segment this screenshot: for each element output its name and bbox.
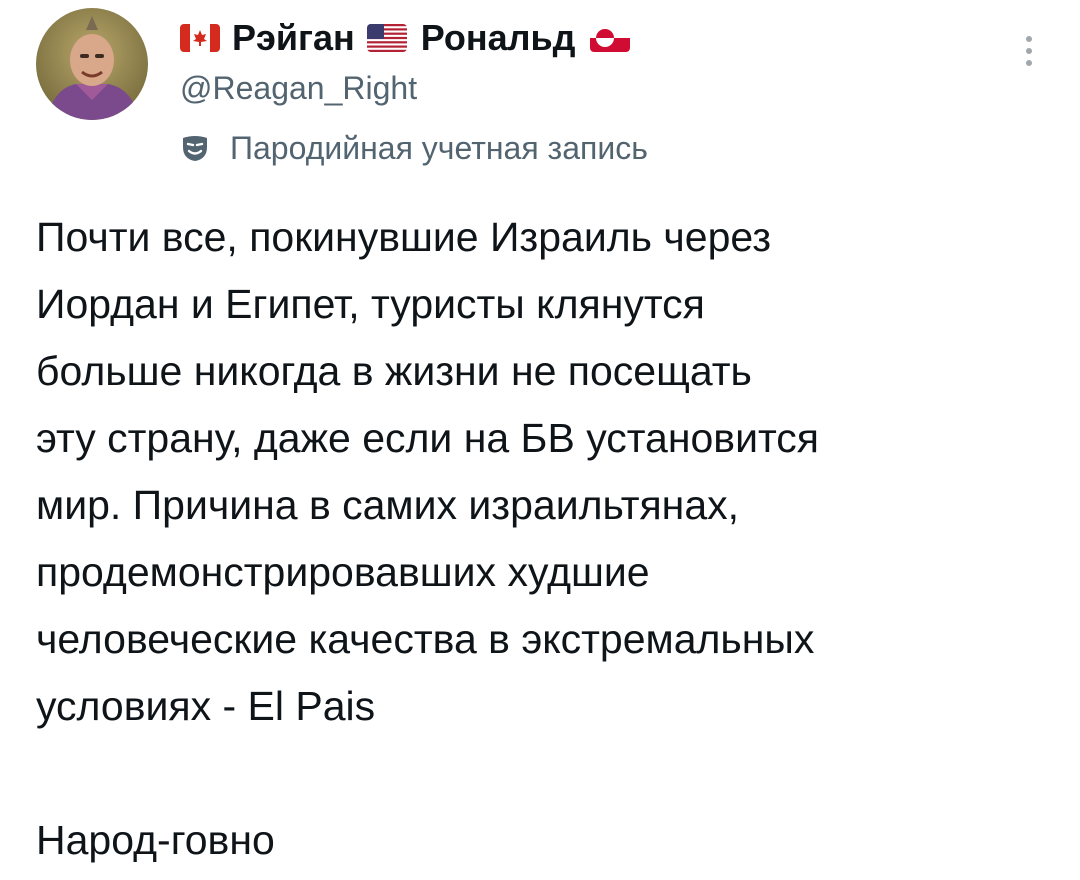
avatar-image <box>36 8 148 120</box>
display-name-part1: Рэйган <box>232 17 355 58</box>
tweet-text: Почти все, покинувшие Израиль через Иорд… <box>36 204 1046 874</box>
canada-flag-icon <box>180 24 220 52</box>
display-name[interactable]: Рэйган Рональд <box>180 10 1000 66</box>
tweet-text-line: больше никогда в жизни не посещать <box>36 348 752 394</box>
tweet-text-line: Иордан и Египет, туристы клянутся <box>36 281 705 327</box>
user-handle[interactable]: @Reagan_Right <box>180 64 1000 112</box>
tweet-header: Рэйган Рональд @Reagan_Right Пародийная … <box>180 10 1000 170</box>
parody-label: Пародийная учетная запись <box>180 126 1000 170</box>
tweet-text-line: мир. Причина в самих израильтянах, <box>36 482 740 528</box>
tweet-text-line: человеческие качества в экстремальных <box>36 616 815 662</box>
tweet-text-line: эту страну, даже если на БВ установится <box>36 415 820 461</box>
display-name-part2: Рональд <box>420 17 576 58</box>
theater-mask-icon <box>183 136 207 161</box>
greenland-flag-icon <box>589 24 630 52</box>
parody-label-text: Пародийная учетная запись <box>230 129 648 166</box>
tweet: Рэйган Рональд @Reagan_Right Пародийная … <box>0 0 1080 880</box>
tweet-text-line: продемонстрировавших худшие <box>36 549 650 595</box>
more-vertical-icon[interactable] <box>1024 36 1034 72</box>
us-flag-icon <box>366 24 407 52</box>
tweet-text-line: условиях - El Pais <box>36 683 376 729</box>
tweet-closing-line: Народ-говно <box>36 817 275 863</box>
avatar[interactable] <box>36 8 148 120</box>
tweet-text-line: Почти все, покинувшие Израиль через <box>36 214 772 260</box>
